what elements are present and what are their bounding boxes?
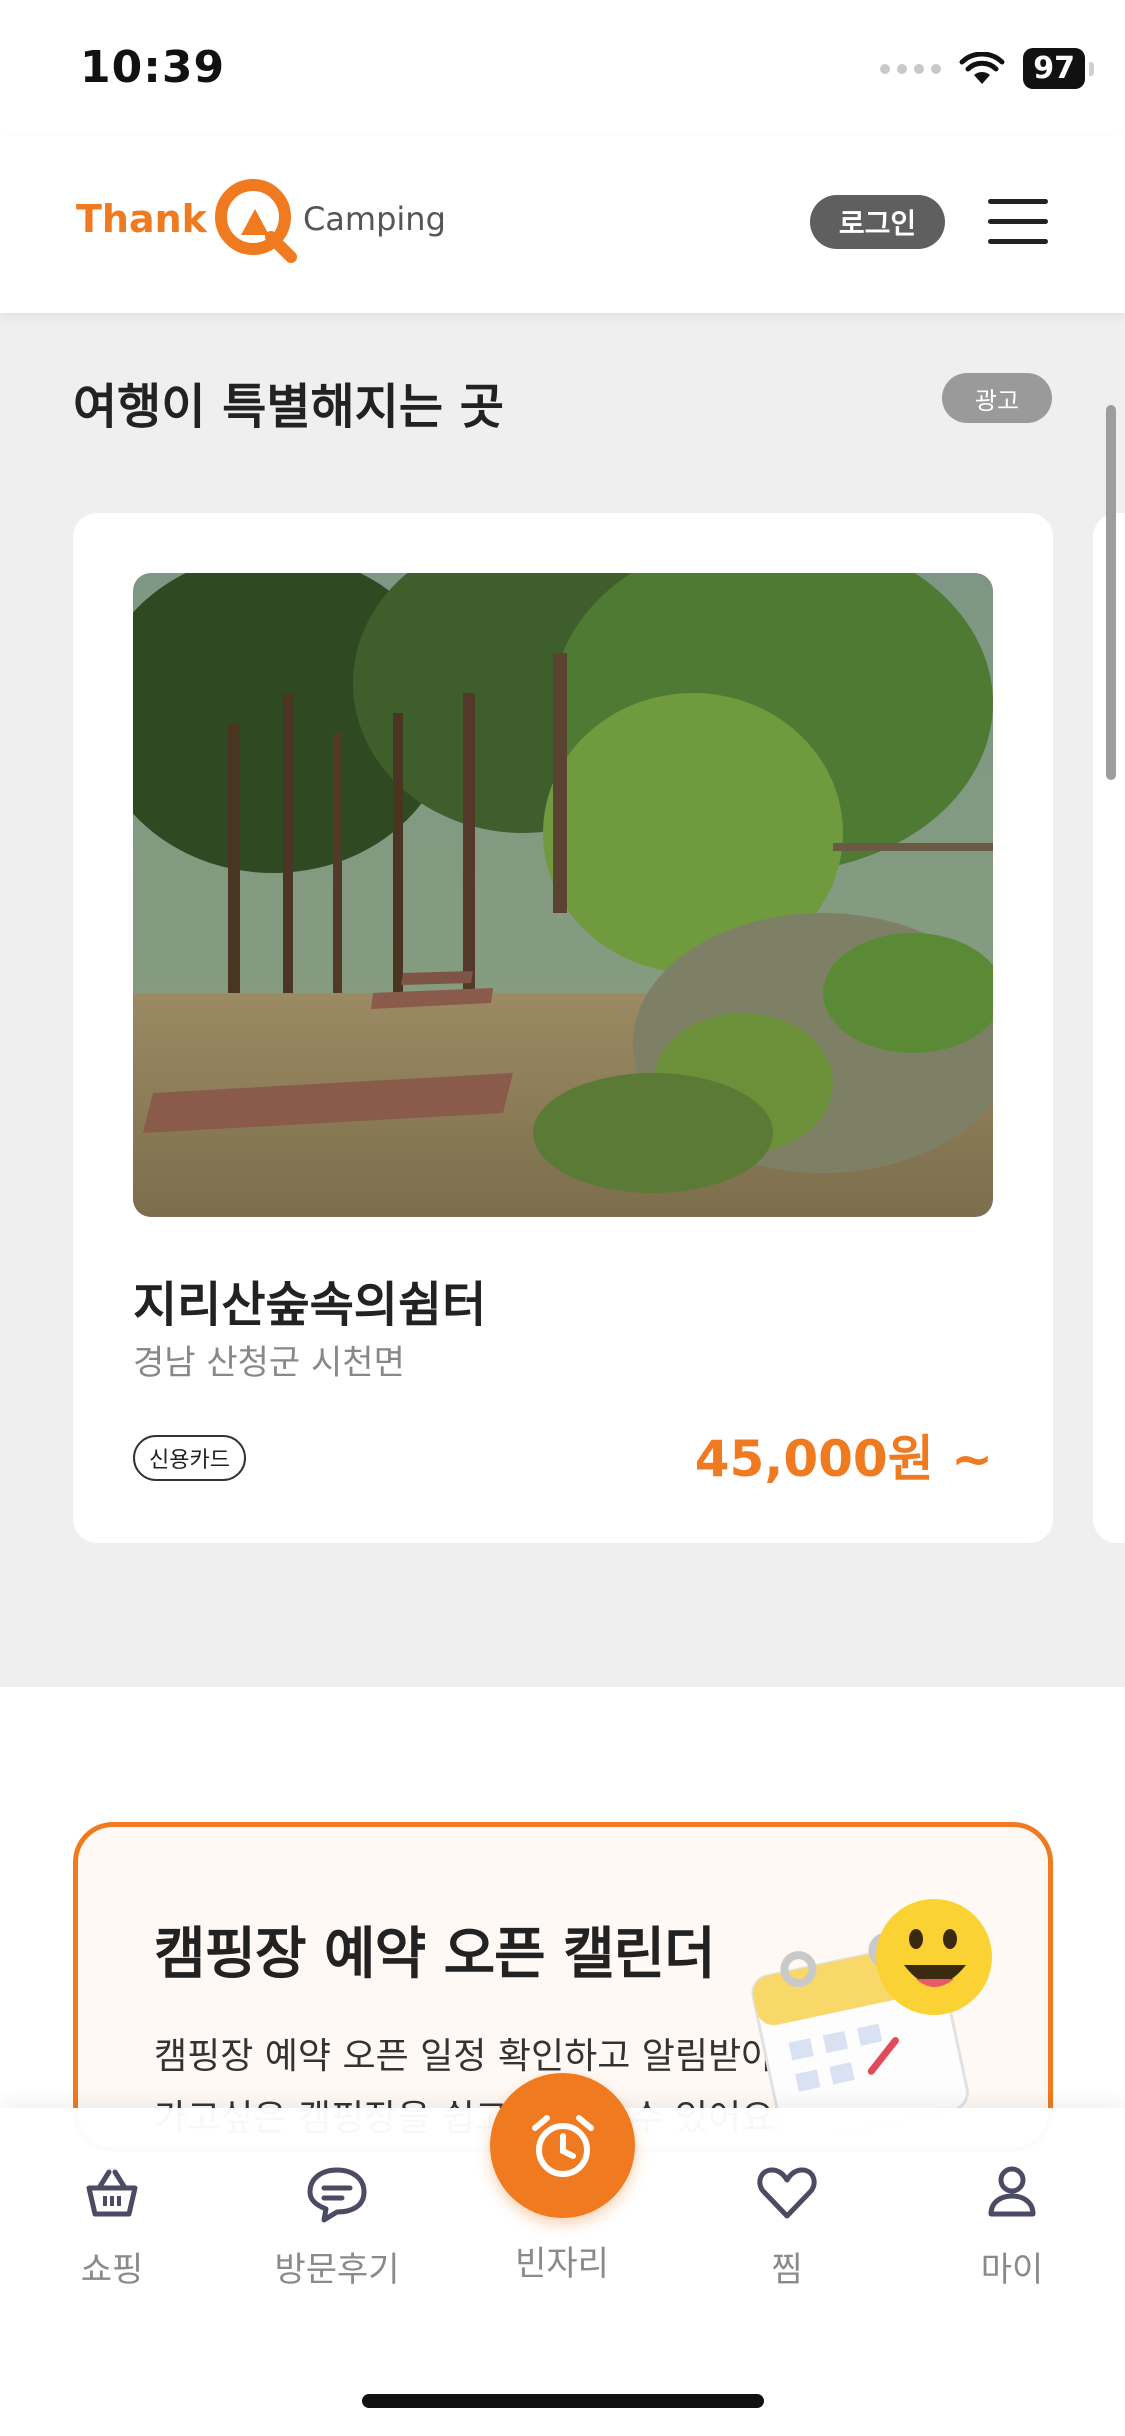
payment-tag: 신용카드 <box>133 1435 246 1481</box>
status-time: 10:39 <box>80 42 226 93</box>
calendar-emoji-icon <box>751 1899 992 2137</box>
status-indicators: 97 <box>880 48 1094 89</box>
banner-title: 캠핑장 예약 오픈 캘린더 <box>154 1922 716 1987</box>
hamburger-menu-icon[interactable] <box>988 195 1048 249</box>
campsite-price: 45,000원 ~ <box>694 1430 993 1488</box>
logo-text-thank: Thank <box>76 197 207 241</box>
thankq-camping-logo[interactable]: Thank Camping <box>76 175 446 263</box>
logo-text-camping: Camping <box>302 200 446 238</box>
bottom-navigation: 쇼핑 방문후기 빈자리 찜 마이 <box>0 2073 1125 2436</box>
vacancy-alarm-button[interactable] <box>490 2073 635 2218</box>
nav-shopping[interactable]: 쇼핑 <box>12 2158 212 2291</box>
nav-reviews[interactable]: 방문후기 <box>237 2158 437 2291</box>
chat-bubble-icon <box>307 2167 367 2223</box>
campsite-photo <box>133 573 993 1217</box>
login-button[interactable]: 로그인 <box>810 195 945 249</box>
nav-label-shopping: 쇼핑 <box>80 2250 144 2290</box>
status-bar: 10:39 97 <box>0 0 1125 135</box>
person-icon <box>988 2166 1036 2217</box>
nav-my-page[interactable]: 마이 <box>912 2158 1112 2291</box>
campsite-location: 경남 산청군 시천면 <box>133 1343 405 1383</box>
section-title: 여행이 특별해지는 곳 <box>73 379 504 435</box>
featured-ad-section: 여행이 특별해지는 곳 광고 지리산숲속의쉼터 경남 산청군 시천면 신용카드 … <box>0 313 1125 1687</box>
nav-label-my-page: 마이 <box>980 2250 1044 2290</box>
wifi-icon <box>959 51 1005 84</box>
heart-icon <box>757 2167 817 2219</box>
nav-label-vacancy[interactable]: 빈자리 <box>462 2236 662 2285</box>
nav-label-reviews: 방문후기 <box>274 2250 400 2290</box>
nav-favorites[interactable]: 찜 <box>687 2158 887 2291</box>
ad-badge: 광고 <box>942 373 1052 423</box>
campsite-card[interactable]: 지리산숲속의쉼터 경남 산청군 시천면 신용카드 45,000원 ~ <box>73 513 1053 1543</box>
battery-indicator: 97 <box>1023 48 1094 89</box>
app-header: Thank Camping 로그인 <box>0 135 1125 313</box>
nav-label-favorites: 찜 <box>771 2250 803 2290</box>
scrollbar[interactable] <box>1106 405 1116 780</box>
home-indicator[interactable] <box>362 2394 764 2408</box>
basket-icon <box>86 2169 138 2217</box>
campsite-name: 지리산숲속의쉼터 <box>133 1277 487 1333</box>
logo-q-mark <box>211 175 299 263</box>
cellular-signal-icon <box>880 63 942 74</box>
alarm-clock-icon <box>531 2114 594 2177</box>
